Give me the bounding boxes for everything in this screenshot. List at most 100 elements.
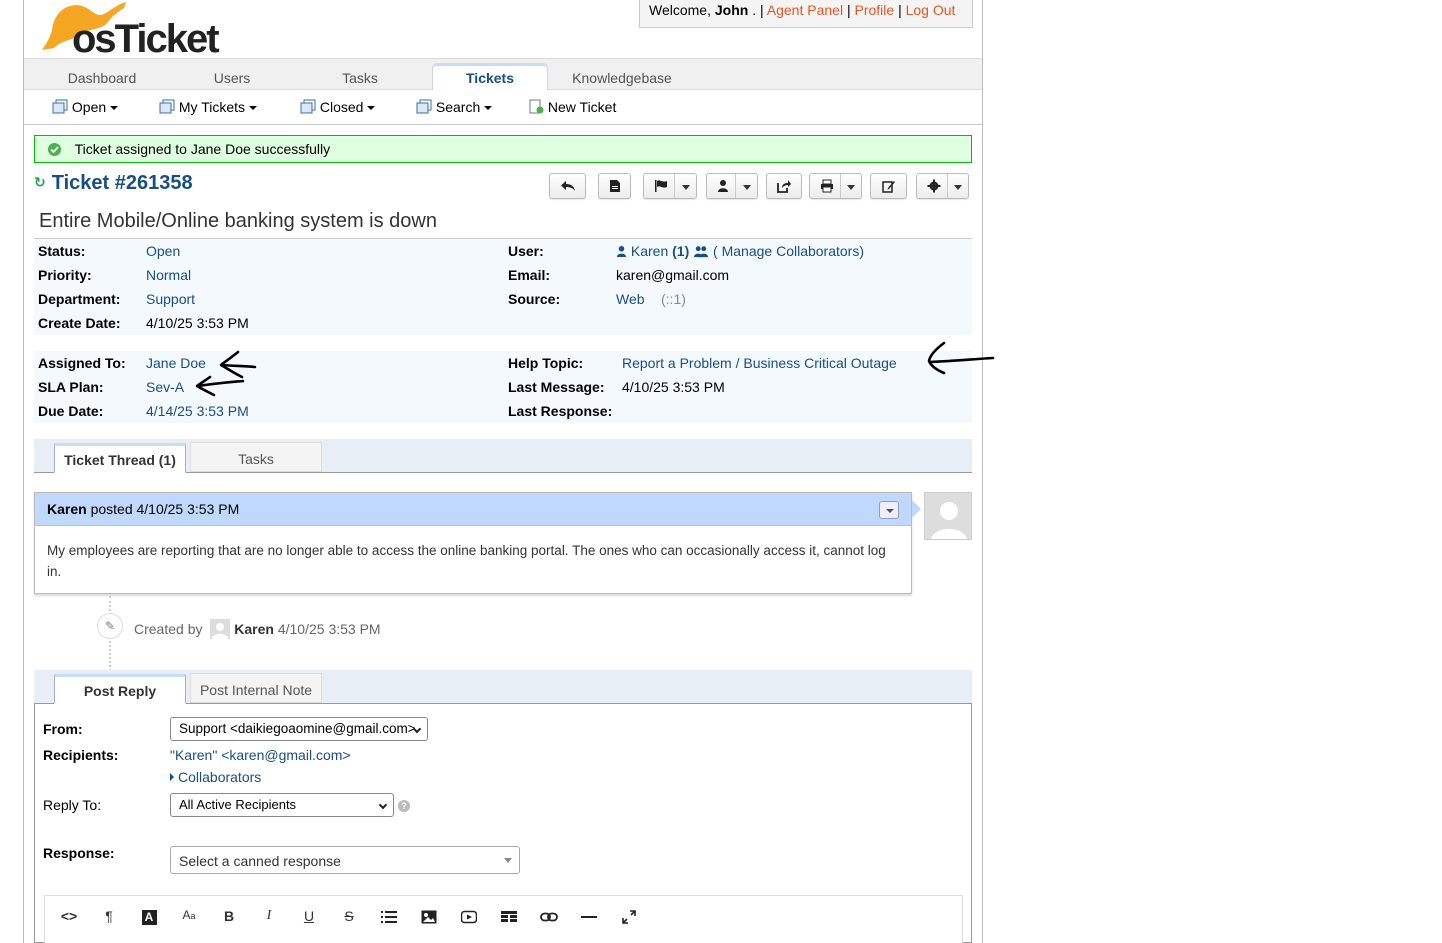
canned-response-select[interactable]: Select a canned response — [170, 846, 520, 874]
refresh-icon[interactable]: ↻ — [34, 174, 46, 190]
user-menu: Welcome, John . | Agent Panel | Profile … — [639, 0, 973, 28]
subnav-search[interactable]: Search — [416, 99, 493, 115]
svg-text:osTicket: osTicket — [72, 17, 219, 55]
assigned-value: Jane Doe — [146, 355, 206, 371]
chevron-down-icon — [954, 185, 962, 190]
chevron-down-icon — [886, 509, 894, 513]
more-actions-button[interactable] — [916, 173, 969, 199]
page-wrapper: osTicket Welcome, John . | Agent Panel |… — [23, 0, 983, 943]
user-icon — [616, 246, 627, 257]
reply-form: From: Support <daikiegoaomine@gmail.com>… — [34, 704, 972, 943]
from-label: From: — [43, 721, 83, 737]
user-icon — [718, 180, 728, 192]
entry-author: Karen — [47, 501, 87, 517]
fullscreen-icon[interactable] — [617, 908, 641, 928]
welcome-text: Welcome, — [649, 2, 711, 18]
table-icon[interactable] — [497, 908, 521, 928]
subnav-open[interactable]: Open — [52, 99, 119, 115]
bold-icon[interactable]: B — [217, 908, 241, 928]
chevron-down-icon — [504, 858, 512, 863]
horizontal-rule-icon[interactable] — [577, 908, 601, 928]
manage-collaborators-link[interactable]: ( Manage Collaborators) — [713, 243, 864, 259]
priority-value: Normal — [146, 267, 192, 283]
reply-to-select[interactable]: All Active Recipients — [170, 793, 394, 817]
flag-button[interactable] — [643, 173, 697, 199]
collaborators-toggle[interactable]: Collaborators — [170, 769, 261, 785]
agent-panel-link[interactable]: Agent Panel — [767, 2, 843, 18]
font-color-icon[interactable]: A — [137, 908, 161, 928]
main-nav: Dashboard Users Tasks Tickets Knowledgeb… — [24, 58, 982, 92]
department-value: Support — [146, 291, 196, 307]
logout-link[interactable]: Log Out — [906, 2, 956, 18]
subnav-closed[interactable]: Closed — [300, 99, 376, 115]
print-menu-button[interactable] — [809, 173, 862, 199]
printer-icon — [821, 179, 833, 193]
tab-knowledgebase[interactable]: Knowledgebase — [562, 63, 682, 92]
edit-button[interactable] — [870, 173, 907, 199]
recipients-value[interactable]: "Karen" <karen@gmail.com> — [170, 747, 351, 763]
users-icon — [694, 246, 709, 258]
assign-button[interactable] — [706, 173, 758, 199]
tab-tasks[interactable]: Tasks — [302, 63, 418, 92]
user-name: John — [714, 2, 749, 18]
paragraph-icon[interactable]: ¶ — [97, 908, 121, 928]
tab-thread-tasks[interactable]: Tasks — [190, 442, 322, 472]
help-icon[interactable]: ? — [398, 800, 410, 812]
thread-entry-header: Karen posted 4/10/25 3:53 PM — [35, 493, 911, 526]
magic-wand-icon: ✎ — [97, 613, 123, 639]
reply-to-label: Reply To: — [43, 797, 102, 813]
tickets-icon — [416, 99, 432, 114]
tab-post-reply[interactable]: Post Reply — [54, 674, 186, 704]
email-value: karen@gmail.com — [616, 267, 730, 283]
chevron-down-icon — [847, 185, 855, 190]
avatar — [924, 492, 972, 540]
subnav-new-ticket[interactable]: New Ticket — [528, 99, 616, 115]
response-label: Response: — [43, 845, 115, 861]
tab-dashboard[interactable]: Dashboard — [44, 63, 160, 92]
thread-entry: Karen posted 4/10/25 3:53 PM My employee… — [34, 492, 912, 594]
code-icon[interactable]: <> — [57, 908, 81, 928]
reply-tabs: Post Reply Post Internal Note — [34, 670, 972, 704]
tickets-icon — [52, 99, 68, 114]
tab-post-internal-note[interactable]: Post Internal Note — [190, 673, 322, 703]
chevron-down-icon — [110, 106, 119, 110]
status-row: Status: Open — [38, 243, 181, 259]
source-ip: (::1) — [661, 291, 686, 307]
tab-tickets[interactable]: Tickets — [432, 63, 548, 92]
entry-actions-button[interactable] — [879, 501, 899, 519]
font-size-icon[interactable]: Aa — [177, 908, 201, 928]
italic-icon[interactable]: I — [257, 908, 281, 928]
transfer-button[interactable] — [766, 173, 802, 199]
share-icon — [777, 180, 791, 193]
strikethrough-icon[interactable]: S — [337, 908, 361, 928]
new-ticket-icon — [529, 99, 544, 114]
notice-text: Ticket assigned to Jane Doe successfully — [74, 141, 331, 157]
tab-ticket-thread[interactable]: Ticket Thread (1) — [54, 443, 186, 473]
ticket-number[interactable]: Ticket #261358 — [52, 172, 193, 194]
image-icon[interactable] — [417, 908, 441, 928]
print-button[interactable] — [598, 173, 631, 199]
from-select[interactable]: Support <daikiegoaomine@gmail.com> — [170, 717, 428, 741]
ticket-title: ↻ Ticket #261358 — [34, 172, 193, 195]
tickets-icon — [300, 99, 316, 114]
tab-users[interactable]: Users — [174, 63, 290, 92]
profile-link[interactable]: Profile — [854, 2, 894, 18]
underline-icon[interactable]: U — [297, 908, 321, 928]
reply-button[interactable] — [549, 173, 586, 199]
video-icon[interactable] — [457, 908, 481, 928]
subnav-my-tickets[interactable]: My Tickets — [159, 99, 258, 115]
chevron-down-icon — [484, 106, 493, 110]
chevron-down-icon — [743, 185, 751, 190]
ticket-subject: Entire Mobile/Online banking system is d… — [39, 210, 437, 232]
user-link[interactable]: Karen — [631, 243, 668, 259]
link-icon[interactable] — [537, 908, 561, 928]
osticket-logo[interactable]: osTicket — [32, 0, 242, 61]
last-message-value: 4/10/25 3:53 PM — [622, 379, 725, 395]
email-row: Email: karen@gmail.com — [508, 267, 730, 283]
tickets-icon — [159, 99, 175, 114]
user-ticket-count[interactable]: (1) — [672, 243, 689, 259]
chevron-down-icon — [682, 185, 690, 190]
edit-icon — [882, 181, 895, 193]
list-icon[interactable] — [377, 908, 401, 928]
source-value: Web — [616, 291, 645, 307]
